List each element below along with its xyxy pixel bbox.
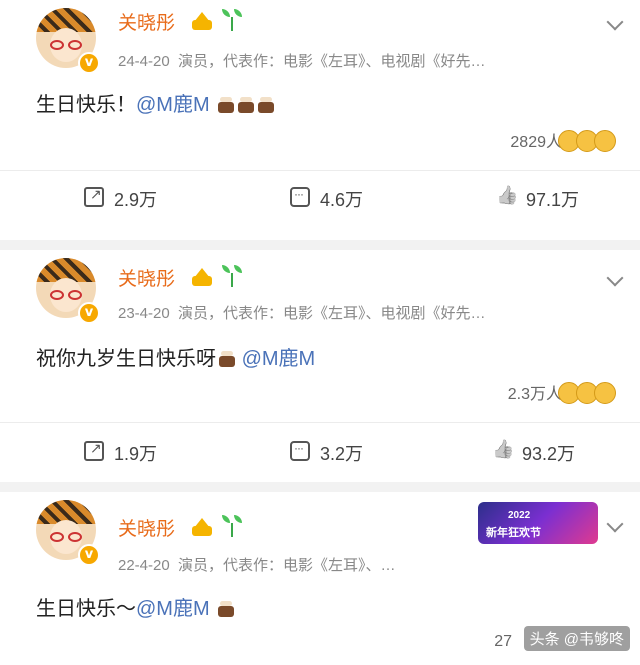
like-count: 93.2万 xyxy=(522,444,576,464)
chevron-down-icon[interactable] xyxy=(606,276,624,286)
weibo-feed: v 关晓彤 24-4-20 演员，代表作：电影《左耳》、电视剧《好先… 生日快乐… xyxy=(0,0,640,665)
username[interactable]: 关晓彤 xyxy=(118,514,175,541)
cake-icon xyxy=(237,95,255,113)
verified-badge-icon: v xyxy=(78,302,100,324)
verified-badge-icon: v xyxy=(78,52,100,74)
cake-icon xyxy=(257,95,275,113)
cake-icon xyxy=(217,95,235,113)
post-text-body: 生日快乐！ xyxy=(36,94,136,116)
banner-year: 2022 xyxy=(508,510,531,521)
reactions-summary[interactable]: 2829人 xyxy=(510,128,616,152)
comment-count: 3.2万 xyxy=(320,444,364,464)
post-meta: 24-4-20 演员，代表作：电影《左耳》、电视剧《好先… xyxy=(118,50,486,71)
reactions-summary[interactable]: 2.3万人 xyxy=(508,380,616,404)
reactions-count: 2.3万人 xyxy=(507,386,562,403)
username[interactable]: 关晓彤 xyxy=(118,264,175,291)
avatar[interactable]: v xyxy=(30,252,102,324)
cake-icon xyxy=(217,599,235,617)
username[interactable]: 关晓彤 xyxy=(118,8,175,35)
post-text-body: 祝你九岁生日快乐呀 xyxy=(36,348,216,370)
share-count: 1.9万 xyxy=(114,444,158,464)
verified-badge-icon: v xyxy=(78,544,100,566)
crown-icon xyxy=(192,12,212,30)
share-icon xyxy=(84,440,104,461)
thumbs-up-icon xyxy=(496,187,516,207)
avatar[interactable]: v xyxy=(30,494,102,566)
crown-icon xyxy=(192,268,212,286)
grin-emoji-icon xyxy=(594,130,616,152)
sprout-icon xyxy=(222,265,242,287)
post-meta: 23-4-20 演员，代表作：电影《左耳》、电视剧《好先… xyxy=(118,302,486,323)
user-bio: 演员，代表作：电影《左耳》、… xyxy=(178,557,396,574)
post-date: 22-4-20 xyxy=(118,557,170,574)
source-watermark: 头条 @韦够咚 xyxy=(523,626,630,651)
avatar[interactable]: v xyxy=(30,2,102,74)
cake-icon xyxy=(218,349,236,367)
crown-icon xyxy=(192,518,212,536)
sprout-icon xyxy=(222,9,242,31)
mention-link[interactable]: @M鹿M xyxy=(242,348,316,370)
post-date: 23-4-20 xyxy=(118,305,170,322)
post-date: 24-4-20 xyxy=(118,53,170,70)
chevron-down-icon[interactable] xyxy=(606,20,624,30)
post-text: 祝你九岁生日快乐呀 @M鹿M xyxy=(36,342,315,371)
user-bio: 演员，代表作：电影《左耳》、电视剧《好先… xyxy=(178,53,486,70)
post-text: 生日快乐！@M鹿M xyxy=(36,88,275,117)
mention-link[interactable]: @M鹿M xyxy=(136,598,210,620)
reactions-count: 27 xyxy=(494,633,512,650)
sprout-icon xyxy=(222,515,242,537)
post-text-body: 生日快乐～ xyxy=(36,598,136,620)
reactions-count: 2829人 xyxy=(510,134,562,151)
post-text: 生日快乐～@M鹿M xyxy=(36,592,235,621)
share-icon xyxy=(84,186,104,207)
comment-icon xyxy=(290,187,310,207)
user-bio: 演员，代表作：电影《左耳》、电视剧《好先… xyxy=(178,305,486,322)
mention-link[interactable]: @M鹿M xyxy=(136,94,210,116)
like-count: 97.1万 xyxy=(526,190,580,210)
post-card: v 关晓彤 23-4-20 演员，代表作：电影《左耳》、电视剧《好先… 祝你九岁… xyxy=(0,250,640,482)
comment-icon xyxy=(290,441,310,461)
chevron-down-icon[interactable] xyxy=(606,522,624,532)
comment-count: 4.6万 xyxy=(320,190,364,210)
festival-banner[interactable]: 2022 新年狂欢节 xyxy=(478,502,598,544)
share-count: 2.9万 xyxy=(114,190,158,210)
thumbs-up-icon xyxy=(492,441,512,461)
grin-emoji-icon xyxy=(594,382,616,404)
banner-text: 新年狂欢节 xyxy=(486,527,541,539)
post-meta: 22-4-20 演员，代表作：电影《左耳》、… xyxy=(118,554,396,575)
post-card: v 关晓彤 24-4-20 演员，代表作：电影《左耳》、电视剧《好先… 生日快乐… xyxy=(0,0,640,240)
